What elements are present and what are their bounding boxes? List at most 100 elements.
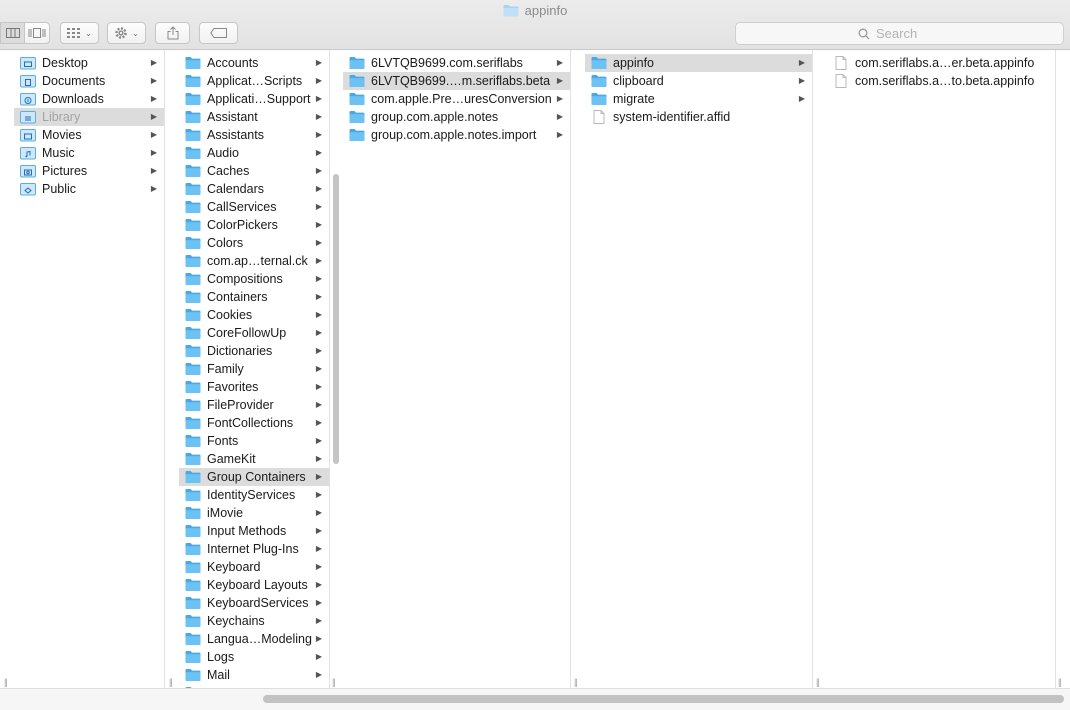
folder-item[interactable]: Langua…Modeling ▶ <box>179 630 329 648</box>
vertical-scrollbar[interactable] <box>333 174 339 464</box>
folder-item[interactable]: Applicati…Support ▶ <box>179 90 329 108</box>
disclosure-arrow-icon: ▶ <box>315 418 322 427</box>
column-resize-handle[interactable]: || <box>574 677 578 687</box>
folder-item[interactable]: Assistants ▶ <box>179 126 329 144</box>
folder-item[interactable]: iMovie ▶ <box>179 504 329 522</box>
folder-item[interactable]: com.ap…ternal.ck ▶ <box>179 252 329 270</box>
horizontal-scrollbar[interactable] <box>263 695 1064 703</box>
item-label: Logs <box>207 650 235 664</box>
folder-item[interactable]: group.com.apple.notes ▶ <box>343 108 570 126</box>
cover-flow-view-button[interactable] <box>25 22 50 44</box>
item-label: Assistant <box>207 110 258 124</box>
disclosure-arrow-icon: ▶ <box>556 76 563 85</box>
column-library[interactable]: Accounts ▶ Applicat…Scripts ▶ Applicati…Supp… <box>179 50 330 690</box>
folder-item[interactable]: Favorites ▶ <box>179 378 329 396</box>
disclosure-arrow-icon: ▶ <box>315 364 322 373</box>
folder-item[interactable]: Music ▶ <box>14 144 164 162</box>
item-label: KeyboardServices <box>207 596 309 610</box>
column-group-containers[interactable]: 6LVTQB9699.com.seriflabs ▶ 6LVTQB9699.…m.s… <box>343 50 571 690</box>
folder-item[interactable]: 6LVTQB9699.…m.seriflabs.beta ▶ <box>343 72 570 90</box>
folder-item[interactable]: Library ▶ <box>14 108 164 126</box>
folder-item[interactable]: Input Methods ▶ <box>179 522 329 540</box>
folder-item[interactable]: GameKit ▶ <box>179 450 329 468</box>
disclosure-arrow-icon: ▶ <box>556 112 563 121</box>
column-resize-handle[interactable]: || <box>169 677 173 687</box>
folder-icon <box>591 74 607 88</box>
folder-item[interactable]: Cookies ▶ <box>179 306 329 324</box>
file-item[interactable]: com.seriflabs.a…to.beta.appinfo <box>827 72 1055 90</box>
folder-item[interactable]: FontCollections ▶ <box>179 414 329 432</box>
arrange-button[interactable]: ⌄ <box>60 22 99 44</box>
folder-item[interactable]: ColorPickers ▶ <box>179 216 329 234</box>
folder-item[interactable]: com.apple.Pre…uresConversion ▶ <box>343 90 570 108</box>
column-appinfo[interactable]: com.seriflabs.a…er.beta.appinfo com.serif… <box>827 50 1056 690</box>
disclosure-arrow-icon: ▶ <box>150 76 157 85</box>
column-resize-handle[interactable]: || <box>4 677 8 687</box>
folder-item[interactable]: Caches ▶ <box>179 162 329 180</box>
folder-item[interactable]: Internet Plug-Ins ▶ <box>179 540 329 558</box>
folder-item[interactable]: Applicat…Scripts ▶ <box>179 72 329 90</box>
item-label: Compositions <box>207 272 283 286</box>
folder-item[interactable]: KeyboardServices ▶ <box>179 594 329 612</box>
folder-item[interactable]: Fonts ▶ <box>179 432 329 450</box>
item-label: ColorPickers <box>207 218 278 232</box>
folder-item[interactable]: group.com.apple.notes.import ▶ <box>343 126 570 144</box>
action-button[interactable]: ⌄ <box>107 22 146 44</box>
share-button[interactable] <box>155 22 190 44</box>
folder-icon <box>185 668 201 682</box>
folder-item[interactable]: Logs ▶ <box>179 648 329 666</box>
folder-item[interactable]: Keychains ▶ <box>179 612 329 630</box>
file-item[interactable]: com.seriflabs.a…er.beta.appinfo <box>827 54 1055 72</box>
folder-item[interactable]: Group Containers ▶ <box>179 468 329 486</box>
search-field[interactable]: Search <box>735 22 1064 45</box>
folder-item[interactable]: Pictures ▶ <box>14 162 164 180</box>
window-title-text: appinfo <box>524 3 568 19</box>
folder-item[interactable]: appinfo ▶ <box>585 54 812 72</box>
folder-icon <box>185 632 201 646</box>
folder-item[interactable]: Keyboard ▶ <box>179 558 329 576</box>
folder-item[interactable]: Downloads ▶ <box>14 90 164 108</box>
column-resize-handle[interactable]: || <box>1058 677 1062 687</box>
column-resize-handle[interactable]: || <box>816 677 820 687</box>
folder-item[interactable]: Audio ▶ <box>179 144 329 162</box>
folder-item[interactable]: Dictionaries ▶ <box>179 342 329 360</box>
disclosure-arrow-icon: ▶ <box>315 256 322 265</box>
disclosure-arrow-icon: ▶ <box>150 58 157 67</box>
folder-item[interactable]: Movies ▶ <box>14 126 164 144</box>
folder-item[interactable]: CoreFollowUp ▶ <box>179 324 329 342</box>
folder-item[interactable]: Desktop ▶ <box>14 54 164 72</box>
folder-item[interactable]: CallServices ▶ <box>179 198 329 216</box>
folder-item[interactable]: Colors ▶ <box>179 234 329 252</box>
folder-item[interactable]: IdentityServices ▶ <box>179 486 329 504</box>
folder-icon <box>185 596 201 610</box>
column-seriflabs-beta[interactable]: appinfo ▶ clipboard ▶ migrate ▶ system-identif… <box>585 50 813 690</box>
folder-item[interactable]: Calendars ▶ <box>179 180 329 198</box>
folder-item[interactable]: Public ▶ <box>14 180 164 198</box>
folder-item[interactable]: Mail ▶ <box>179 666 329 684</box>
disclosure-arrow-icon: ▶ <box>315 76 322 85</box>
folder-item[interactable]: clipboard ▶ <box>585 72 812 90</box>
disclosure-arrow-icon: ▶ <box>315 112 322 121</box>
item-label: Assistants <box>207 128 264 142</box>
folder-item[interactable]: 6LVTQB9699.com.seriflabs ▶ <box>343 54 570 72</box>
file-item[interactable]: system-identifier.affid <box>585 108 812 126</box>
folder-icon <box>591 56 607 70</box>
folder-item[interactable]: Assistant ▶ <box>179 108 329 126</box>
tags-button[interactable] <box>199 22 238 44</box>
item-label: 6LVTQB9699.com.seriflabs <box>371 56 523 70</box>
column-resize-handle[interactable]: || <box>332 677 336 687</box>
item-label: Group Containers <box>207 470 306 484</box>
column-browser: Desktop ▶ Documents ▶ Downloads ▶ Library ▶ Movi… <box>0 50 1070 709</box>
columns-view-button[interactable] <box>0 22 25 44</box>
item-label: Containers <box>207 290 268 304</box>
column-home[interactable]: Desktop ▶ Documents ▶ Downloads ▶ Library ▶ Movi… <box>14 50 165 690</box>
item-label: Keychains <box>207 614 265 628</box>
folder-item[interactable]: Documents ▶ <box>14 72 164 90</box>
folder-item[interactable]: migrate ▶ <box>585 90 812 108</box>
folder-item[interactable]: FileProvider ▶ <box>179 396 329 414</box>
folder-item[interactable]: Containers ▶ <box>179 288 329 306</box>
folder-item[interactable]: Family ▶ <box>179 360 329 378</box>
folder-item[interactable]: Accounts ▶ <box>179 54 329 72</box>
folder-item[interactable]: Compositions ▶ <box>179 270 329 288</box>
folder-item[interactable]: Keyboard Layouts ▶ <box>179 576 329 594</box>
